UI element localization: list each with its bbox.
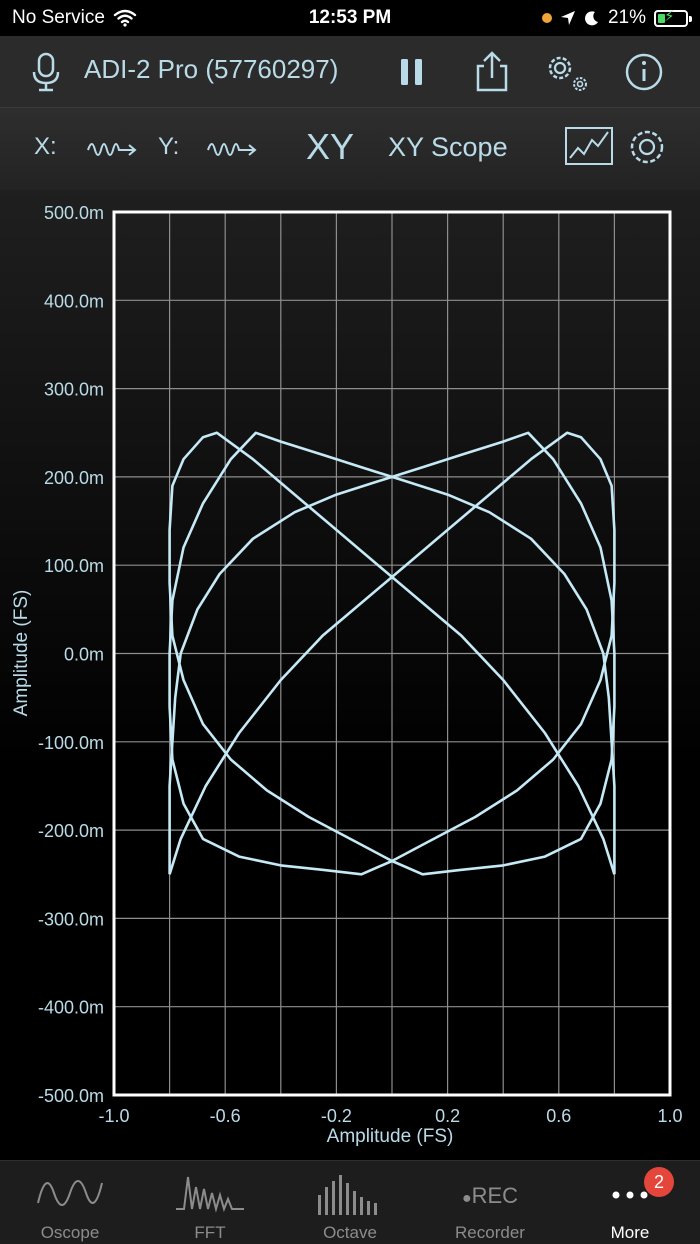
waveform-arrow-icon[interactable] xyxy=(206,134,258,162)
device-title[interactable]: ADI-2 Pro (57760297) xyxy=(84,54,338,85)
share-icon[interactable] xyxy=(470,50,514,94)
y-tick-label: -500.0m xyxy=(38,1086,104,1106)
y-tick-label: 0.0m xyxy=(64,645,104,665)
xy-scope-chart[interactable]: 500.0m 400.0m 300.0m 200.0m 100.0m 0.0m -100.0… xyxy=(0,190,700,1160)
mic-in-use-indicator xyxy=(541,13,552,23)
x-tick-label: 0.2 xyxy=(435,1106,460,1126)
moon-icon xyxy=(585,11,598,26)
tab-label: Oscope xyxy=(40,1223,100,1242)
octave-icon xyxy=(318,1175,377,1215)
mode-bar: X: Y: XY XY Scope xyxy=(0,108,700,190)
top-toolbar: ADI-2 Pro (57760297) xyxy=(0,36,700,108)
y-tick-label: -200.0m xyxy=(38,821,104,841)
notification-badge: 2 xyxy=(644,1167,674,1197)
tab-more[interactable]: 2 More xyxy=(560,1161,700,1244)
y-tick-label: -100.0m xyxy=(38,733,104,753)
chart-ylabel: Amplitude (FS) xyxy=(11,589,32,717)
plot-area: 500.0m 400.0m 300.0m 200.0m 100.0m 0.0m -100.0… xyxy=(0,190,700,1160)
rec-text: REC xyxy=(471,1183,519,1208)
x-tick-label: -0.2 xyxy=(321,1106,352,1126)
gear-icon[interactable] xyxy=(626,126,668,168)
tab-fft[interactable]: FFT xyxy=(140,1161,280,1244)
y-tick-label: -400.0m xyxy=(38,998,104,1018)
tab-label: Recorder xyxy=(455,1223,525,1242)
info-icon[interactable] xyxy=(622,50,666,94)
microphone-icon[interactable] xyxy=(24,50,68,94)
tab-oscope[interactable]: Oscope xyxy=(0,1161,140,1244)
tab-octave[interactable]: Octave xyxy=(280,1161,420,1244)
chart-icon[interactable] xyxy=(564,126,614,166)
battery-icon: ⚡ xyxy=(654,9,692,27)
fft-icon xyxy=(176,1176,244,1213)
y-channel-label: Y: xyxy=(158,133,180,160)
tab-label: FFT xyxy=(194,1223,226,1242)
y-tick-label: 500.0m xyxy=(44,203,104,223)
rec-icon: ●REC xyxy=(461,1183,519,1208)
x-channel-label: X: xyxy=(34,133,57,160)
tab-label: Octave xyxy=(323,1223,377,1242)
x-tick-label: -0.6 xyxy=(210,1106,241,1126)
y-tick-label: 100.0m xyxy=(44,556,104,576)
waveform-arrow-icon[interactable] xyxy=(86,134,138,162)
x-tick-label: 1.0 xyxy=(657,1106,682,1126)
tab-label: More xyxy=(610,1223,650,1242)
x-tick-label: 0.6 xyxy=(546,1106,571,1126)
pause-icon[interactable] xyxy=(390,50,434,94)
oscope-icon xyxy=(37,1180,103,1206)
battery-percent: 21% xyxy=(607,7,646,28)
status-bar: No Service 12:53 PM 21% ⚡ xyxy=(0,0,700,36)
tab-recorder[interactable]: ●REC Recorder xyxy=(420,1161,560,1244)
y-tick-label: 400.0m xyxy=(44,291,104,311)
mode-short-button[interactable]: XY xyxy=(306,126,354,168)
y-tick-label: -300.0m xyxy=(38,909,104,929)
y-tick-label: 200.0m xyxy=(44,468,104,488)
tab-bar: Oscope FFT Octave ●REC Recorder 2 More xyxy=(0,1160,700,1244)
chart-xlabel: Amplitude (FS) xyxy=(326,1126,454,1147)
settings-icon[interactable] xyxy=(540,50,592,94)
location-arrow-icon xyxy=(560,11,575,25)
mode-name[interactable]: XY Scope xyxy=(388,132,508,163)
y-tick-label: 300.0m xyxy=(44,380,104,400)
x-tick-label: -1.0 xyxy=(98,1106,129,1126)
